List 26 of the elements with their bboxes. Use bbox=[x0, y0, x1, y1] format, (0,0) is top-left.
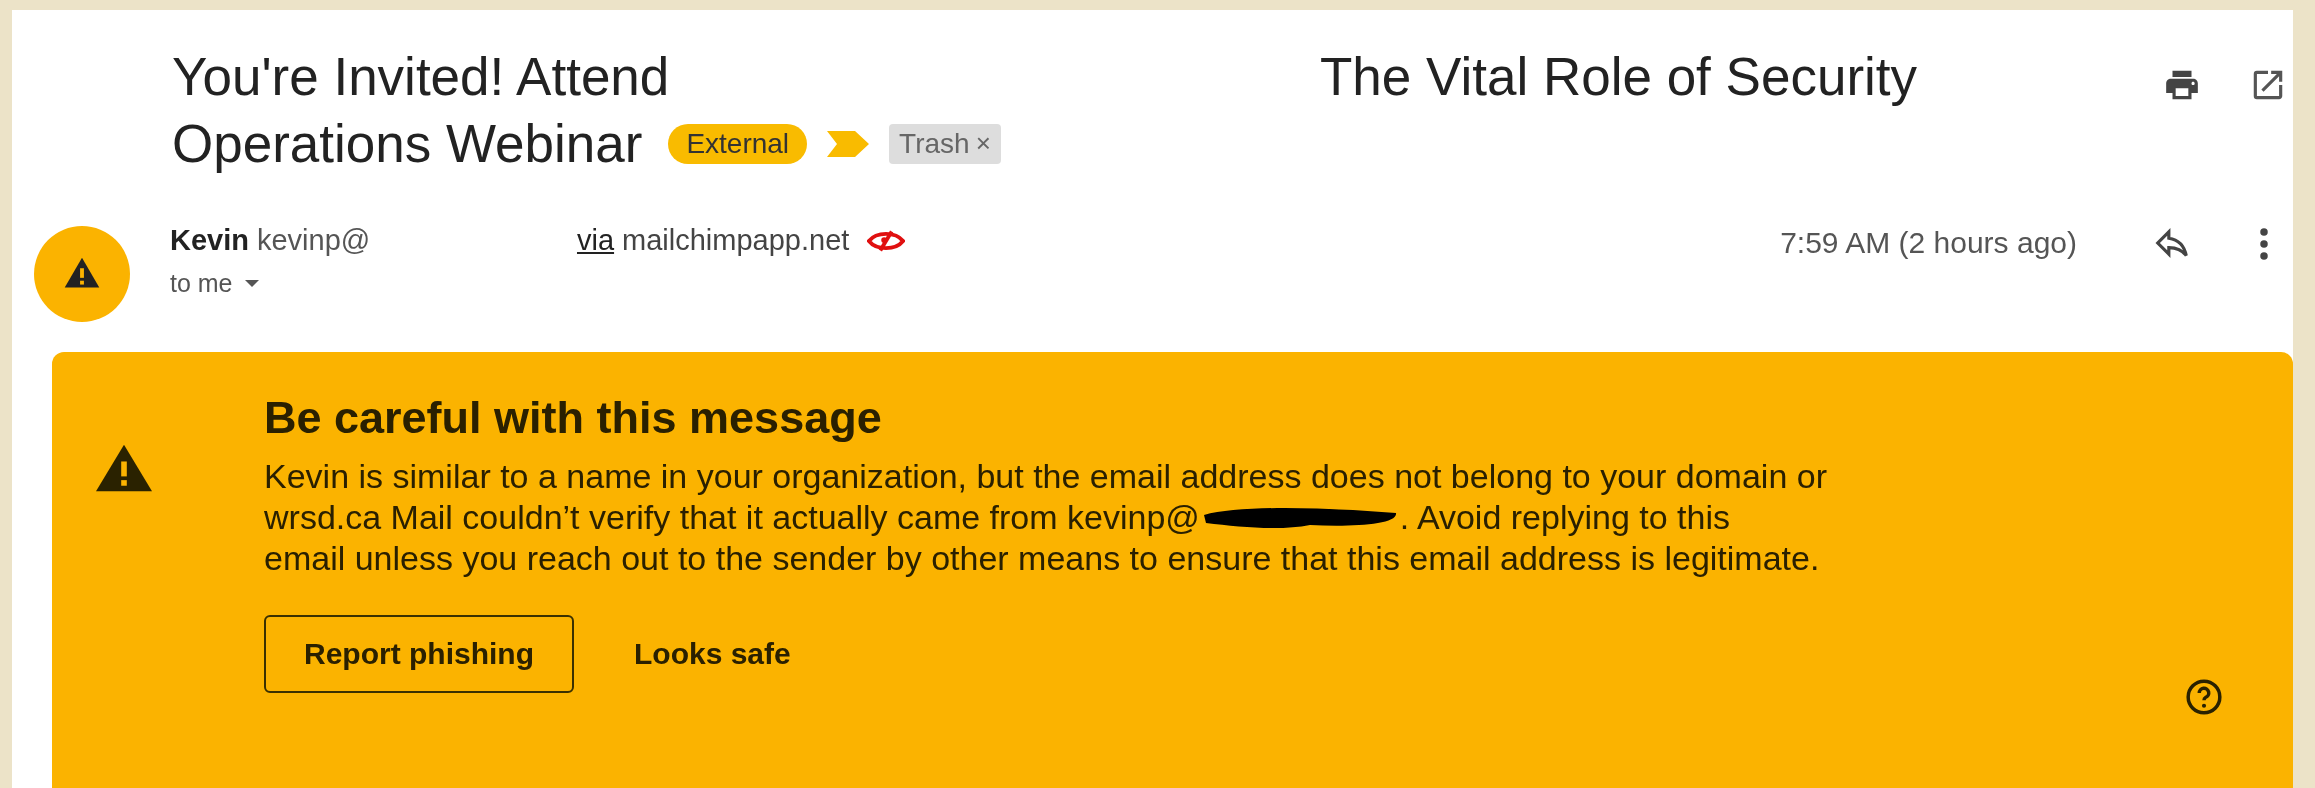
warning-icon bbox=[96, 444, 152, 492]
external-label: External bbox=[668, 123, 808, 164]
message-time: 7:59 AM (2 hours ago) bbox=[1780, 226, 2077, 260]
via-link[interactable]: via bbox=[577, 224, 615, 257]
sender-name: Kevin bbox=[170, 224, 249, 257]
sender-email: kevinp@ bbox=[257, 224, 372, 257]
warning-title: Be careful with this message bbox=[264, 392, 883, 444]
remove-label-button[interactable]: × bbox=[975, 128, 991, 159]
folder-label: Trash × bbox=[889, 123, 1001, 164]
warning-text: Kevin is similar to a name in your organization, but the email address does not belong to your domain or bbox=[264, 457, 1827, 495]
subject-text: Operations Webinar bbox=[172, 113, 643, 174]
caret-icon bbox=[244, 280, 259, 287]
warning-text: email unless you reach out to the sender by other means to ensure that this email address is legitimate. bbox=[264, 539, 1820, 577]
more-options-icon[interactable] bbox=[2259, 226, 2269, 262]
recipient-dropdown[interactable]: to me bbox=[170, 269, 259, 298]
importance-marker-icon[interactable] bbox=[827, 130, 870, 157]
warning-avatar-icon bbox=[34, 226, 130, 322]
help-icon[interactable] bbox=[2185, 678, 2223, 716]
eye-crossed-icon bbox=[867, 228, 906, 253]
report-phishing-button[interactable]: Report phishing bbox=[264, 615, 574, 693]
warning-text: . Avoid replying to this bbox=[1399, 497, 1730, 538]
via-domain: mailchimpapp.net bbox=[622, 224, 850, 257]
warning-text: wrsd.ca Mail couldn’t verify that it actually came from kevinp@ bbox=[264, 497, 1200, 538]
subject-text: The Vital Role of Security bbox=[1320, 46, 1918, 107]
looks-safe-button[interactable]: Looks safe bbox=[614, 617, 811, 691]
subject-text: You're Invited! Attend bbox=[172, 46, 671, 107]
